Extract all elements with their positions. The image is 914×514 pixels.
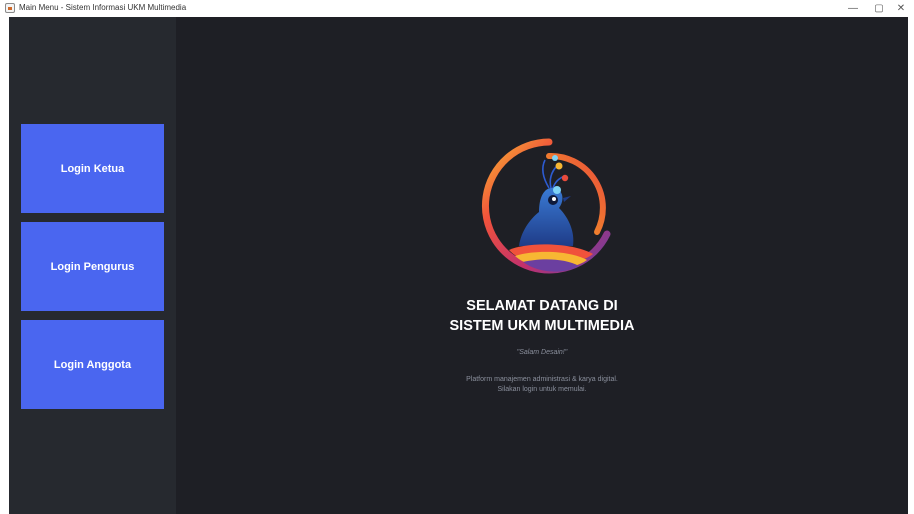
peacock-logo-icon [481,138,611,274]
main-panel: SELAMAT DATANG DI SISTEM UKM MULTIMEDIA … [176,17,908,514]
window-border-left [0,17,9,514]
java-app-icon [5,3,15,13]
welcome-heading-line2: SISTEM UKM MULTIMEDIA [449,318,635,334]
close-button[interactable]: ✕ [888,0,914,17]
tagline: "Salam Desain!" [516,349,568,356]
login-ketua-button[interactable]: Login Ketua [21,124,164,213]
sidebar: Login Ketua Login Pengurus Login Anggota [9,17,176,514]
login-anggota-button[interactable]: Login Anggota [21,320,164,409]
description-line1: Platform manajemen administrasi & karya … [466,376,618,383]
login-pengurus-button[interactable]: Login Pengurus [21,222,164,311]
title-bar: Main Menu - Sistem Informasi UKM Multime… [0,0,914,17]
welcome-heading-line1: SELAMAT DATANG DI [466,298,618,314]
window-border-right [908,17,914,514]
description-line2: Silakan login untuk memulai. [497,386,587,393]
window-title: Main Menu - Sistem Informasi UKM Multime… [19,3,187,12]
minimize-button[interactable]: — [840,0,866,17]
